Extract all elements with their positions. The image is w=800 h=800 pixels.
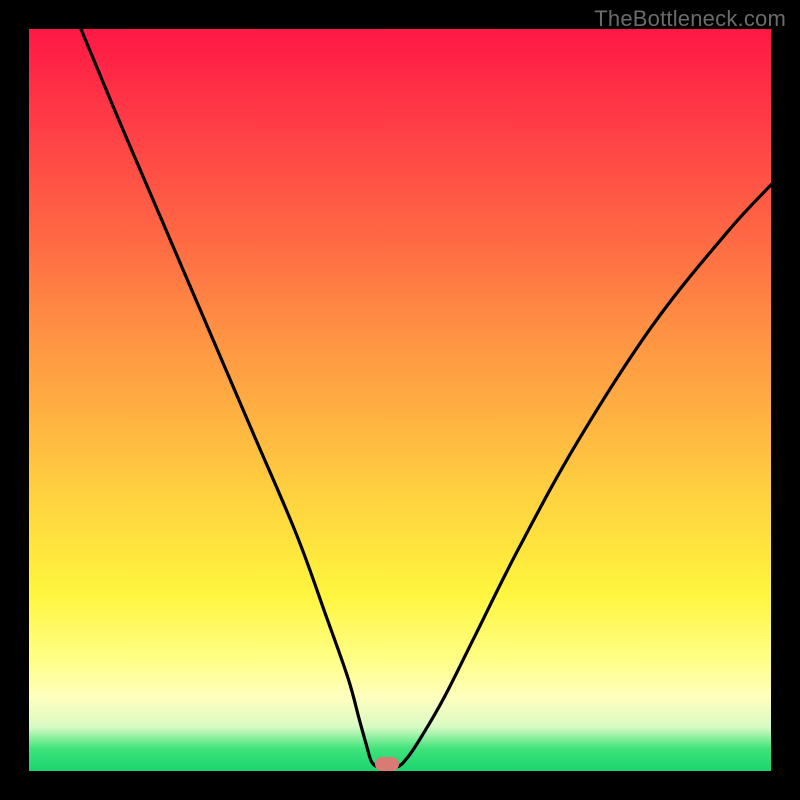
watermark-label: TheBottleneck.com: [594, 6, 786, 32]
plot-area: [29, 29, 771, 771]
chart-container: TheBottleneck.com: [0, 0, 800, 800]
optimum-marker: [375, 757, 399, 771]
bottleneck-curve: [29, 29, 771, 771]
